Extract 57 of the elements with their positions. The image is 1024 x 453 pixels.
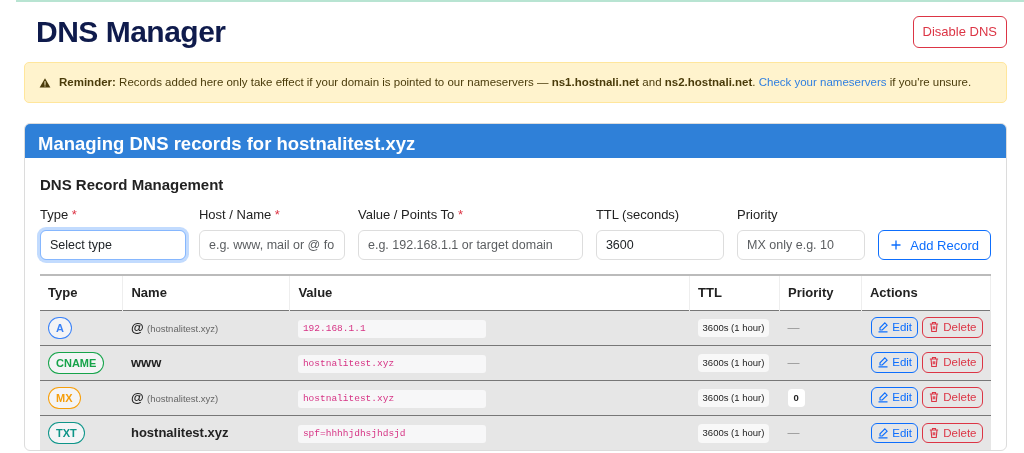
delete-button[interactable]: Delete (922, 317, 983, 339)
trash-icon (928, 426, 941, 439)
pencil-icon (877, 391, 889, 404)
ttl-badge: 3600s (1 hour) (697, 319, 770, 338)
trash-icon (928, 391, 941, 404)
record-name: @ (130, 390, 144, 405)
record-name: @ (130, 320, 144, 335)
edit-button[interactable]: Edit (871, 387, 919, 409)
edit-button[interactable]: Edit (871, 352, 919, 374)
type-select[interactable]: Select type (40, 230, 186, 261)
record-name-note: (hostnalitest.xyz) (147, 323, 219, 334)
plus-icon (890, 239, 903, 252)
add-record-button[interactable]: Add Record (878, 230, 991, 261)
field-label: TTL (seconds) (595, 205, 681, 224)
card-header: Managing DNS records for hostnalitest.xyz (25, 124, 1006, 159)
record-value: 192.168.1.1 (297, 319, 486, 338)
delete-button[interactable]: Delete (922, 352, 983, 374)
input-field[interactable]: 3600 (595, 230, 725, 261)
priority-text: — (787, 426, 800, 440)
field-label: Host / Name * (199, 205, 281, 224)
record-name: www (130, 355, 162, 370)
trash-icon (928, 321, 941, 334)
priority-text: — (787, 355, 800, 370)
field-label: Type * (40, 205, 78, 224)
field-label: Value / Points To * (357, 205, 464, 224)
ttl-badge: 3600s (1 hour) (697, 389, 770, 408)
type-badge: A (48, 316, 72, 339)
input-field[interactable]: e.g. www, mail or @ fo (199, 230, 345, 261)
nameservers-link[interactable]: Check your nameservers (758, 76, 887, 88)
page-title: DNS Manager (36, 14, 226, 50)
type-badge: CNAME (48, 351, 105, 374)
record-value: hostnalitest.xyz (297, 354, 486, 373)
field-label: Priority (737, 205, 779, 224)
input-field[interactable]: MX only e.g. 10 (737, 230, 866, 261)
record-value: hostnalitest.xyz (297, 389, 486, 408)
pencil-icon (877, 356, 889, 369)
warning-icon (39, 76, 51, 89)
record-name-note: (hostnalitest.xyz) (147, 393, 219, 404)
reminder-text: Reminder: Records added here only take effect if your domain is pointed to our nameservers — ns1.hostnali.net and ns2.hostnali.net. Check your nameservers if you're unsure. (59, 75, 972, 90)
record-value: spf=hhhhjdhsjhdsjd (297, 424, 486, 444)
type-badge: MX (48, 386, 81, 409)
edit-button[interactable]: Edit (871, 422, 919, 444)
pencil-icon (877, 321, 889, 334)
trash-icon (928, 356, 941, 369)
record-name: hostnalitest.xyz (130, 425, 229, 441)
pencil-icon (877, 426, 889, 439)
section-title: DNS Record Management (40, 175, 225, 196)
type-badge: TXT (48, 421, 85, 445)
input-field[interactable]: e.g. 192.168.1.1 or target domain (357, 230, 583, 261)
edit-button[interactable]: Edit (871, 317, 919, 339)
priority-text: — (787, 320, 800, 335)
delete-button[interactable]: Delete (922, 387, 983, 409)
disable-dns-button[interactable]: Disable DNS (912, 16, 1007, 48)
ttl-badge: 3600s (1 hour) (697, 424, 770, 443)
priority-badge: 0 (787, 389, 805, 408)
ttl-badge: 3600s (1 hour) (697, 354, 770, 373)
delete-button[interactable]: Delete (922, 422, 983, 444)
